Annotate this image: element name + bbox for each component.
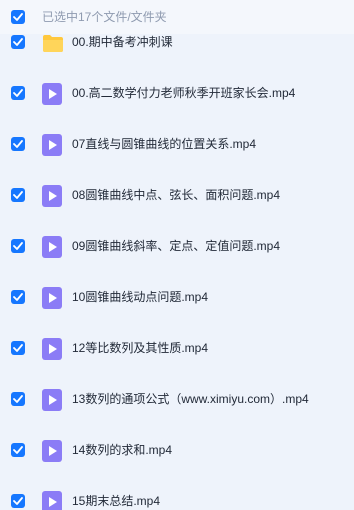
row-checkbox[interactable] bbox=[11, 290, 25, 304]
file-name: 09圆锥曲线斜率、定点、定值问题.mp4 bbox=[72, 239, 281, 253]
row-checkbox[interactable] bbox=[11, 392, 25, 406]
file-name: 08圆锥曲线中点、弦长、面积问题.mp4 bbox=[72, 188, 281, 202]
checkmark-icon bbox=[13, 242, 23, 250]
checkmark-icon bbox=[13, 293, 23, 301]
selection-header: 已选中17个文件/文件夹 bbox=[0, 0, 354, 34]
row-checkbox[interactable] bbox=[11, 35, 25, 49]
video-file-icon bbox=[42, 185, 62, 207]
list-item[interactable]: 07直线与圆锥曲线的位置关系.mp4 bbox=[0, 118, 354, 169]
video-file-icon bbox=[42, 389, 62, 411]
row-checkbox[interactable] bbox=[11, 137, 25, 151]
file-name: 00.高二数学付力老师秋季开班家长会.mp4 bbox=[72, 86, 296, 100]
selection-count-label: 已选中17个文件/文件夹 bbox=[42, 10, 167, 24]
select-all-checkbox[interactable] bbox=[11, 10, 25, 24]
checkmark-icon bbox=[13, 395, 23, 403]
file-name: 10圆锥曲线动点问题.mp4 bbox=[72, 290, 209, 304]
file-name: 12等比数列及其性质.mp4 bbox=[72, 341, 209, 355]
checkmark-icon bbox=[13, 344, 23, 352]
file-name: 13数列的通项公式（www.ximiyu.com）.mp4 bbox=[72, 392, 309, 406]
checkmark-icon bbox=[13, 191, 23, 199]
video-file-icon bbox=[42, 134, 62, 156]
checkmark-icon bbox=[13, 38, 23, 46]
row-checkbox[interactable] bbox=[11, 239, 25, 253]
checkmark-icon bbox=[13, 13, 23, 21]
file-list: 00.期中备考冲刺课 00.高二数学付力老师秋季开班家长会.mp4 07直线与圆… bbox=[0, 16, 354, 510]
row-checkbox[interactable] bbox=[11, 443, 25, 457]
list-item[interactable]: 00.高二数学付力老师秋季开班家长会.mp4 bbox=[0, 67, 354, 118]
folder-icon bbox=[42, 32, 63, 54]
list-item[interactable]: 14数列的求和.mp4 bbox=[0, 424, 354, 475]
video-file-icon bbox=[42, 491, 62, 510]
video-file-icon bbox=[42, 236, 62, 258]
row-checkbox[interactable] bbox=[11, 188, 25, 202]
video-file-icon bbox=[42, 338, 62, 360]
file-name: 00.期中备考冲刺课 bbox=[72, 35, 173, 49]
checkmark-icon bbox=[13, 497, 23, 505]
video-file-icon bbox=[42, 440, 62, 462]
file-name: 15期末总结.mp4 bbox=[72, 494, 161, 508]
video-file-icon bbox=[42, 83, 62, 105]
list-item[interactable]: 12等比数列及其性质.mp4 bbox=[0, 322, 354, 373]
list-item[interactable]: 15期末总结.mp4 bbox=[0, 475, 354, 510]
list-item[interactable]: 10圆锥曲线动点问题.mp4 bbox=[0, 271, 354, 322]
file-name: 07直线与圆锥曲线的位置关系.mp4 bbox=[72, 137, 257, 151]
list-item[interactable]: 08圆锥曲线中点、弦长、面积问题.mp4 bbox=[0, 169, 354, 220]
row-checkbox[interactable] bbox=[11, 86, 25, 100]
list-item[interactable]: 09圆锥曲线斜率、定点、定值问题.mp4 bbox=[0, 220, 354, 271]
checkmark-icon bbox=[13, 140, 23, 148]
checkmark-icon bbox=[13, 446, 23, 454]
video-file-icon bbox=[42, 287, 62, 309]
list-item[interactable]: 13数列的通项公式（www.ximiyu.com）.mp4 bbox=[0, 373, 354, 424]
row-checkbox[interactable] bbox=[11, 494, 25, 508]
file-name: 14数列的求和.mp4 bbox=[72, 443, 173, 457]
row-checkbox[interactable] bbox=[11, 341, 25, 355]
file-selection-panel: 00.期中备考冲刺课 00.高二数学付力老师秋季开班家长会.mp4 07直线与圆… bbox=[0, 0, 354, 510]
checkmark-icon bbox=[13, 89, 23, 97]
